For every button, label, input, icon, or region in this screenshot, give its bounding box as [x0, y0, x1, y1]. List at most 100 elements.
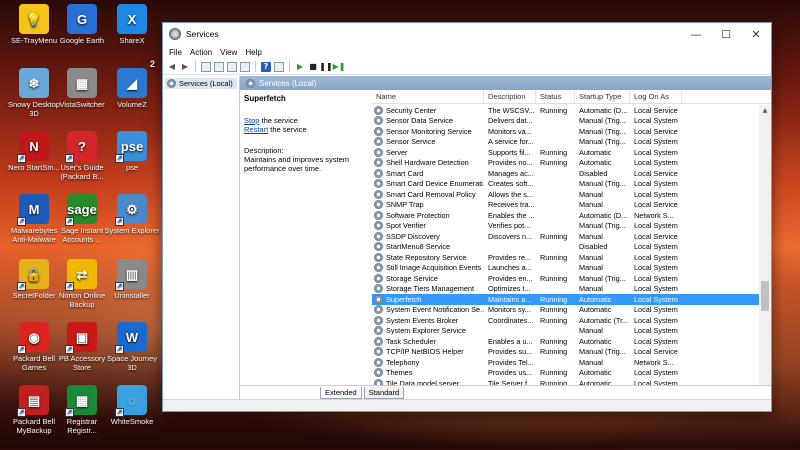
start-service-icon[interactable]: ▶ [295, 62, 305, 72]
service-logon-cell: Local System [634, 242, 678, 252]
restart-service-link[interactable]: Restart [244, 125, 268, 134]
service-row[interactable]: Tile Data model server Tile Server f... Ru… [372, 378, 759, 385]
title-bar[interactable]: Services — ☐ ✕ [163, 23, 771, 45]
menu-file[interactable]: File [167, 48, 188, 57]
close-button[interactable]: ✕ [741, 23, 771, 45]
service-row[interactable]: Spot Verifier Verifies pot... Manual (Trig… [372, 221, 759, 232]
service-row[interactable]: SSDP Discovery Discovers n... Running Manua… [372, 231, 759, 242]
service-logon-cell: Local System [634, 368, 678, 378]
restart-service-icon[interactable]: ▶❚ [333, 62, 346, 72]
desktop-icon[interactable]: pse ↗ pse [104, 131, 160, 172]
service-description-cell: Manages ac... [488, 168, 534, 178]
tab-standard[interactable]: Standard [363, 387, 405, 399]
desktop-icon[interactable]: sage ↗ Sage Instant Accounts ... [54, 194, 110, 244]
service-row[interactable]: Storage Service Provides en... Running Manu… [372, 273, 759, 284]
service-row[interactable]: Sensor Service A service for... Manual (Tr… [372, 137, 759, 148]
service-logon-cell: Local Service [634, 168, 678, 178]
refresh-icon[interactable] [227, 61, 237, 72]
service-row[interactable]: Sensor Monitoring Service Monitors va... M… [372, 126, 759, 137]
service-startup-cell: Manual (Trig... [579, 347, 626, 357]
properties-icon[interactable] [214, 61, 224, 72]
service-description-cell: Optimizes t... [488, 284, 531, 294]
menu-help[interactable]: Help [243, 48, 267, 57]
desktop-icon-label: Sage Instant Accounts ... [60, 226, 104, 244]
service-description-cell: Provides us... [488, 368, 533, 378]
service-description-cell: Provides re... [488, 252, 531, 262]
service-row[interactable]: Still Image Acquisition Events Launches a… [372, 263, 759, 274]
service-name-cell: Spot Verifier [372, 221, 484, 231]
desktop-icon-label: WhiteSmoke [110, 417, 154, 426]
service-gear-icon [374, 284, 383, 294]
minimize-button[interactable]: — [681, 23, 711, 45]
service-description-cell: Supports fil... [488, 147, 531, 157]
service-row[interactable]: Task Scheduler Enables a u... Running Autom… [372, 336, 759, 347]
service-logon-cell: Network S... [634, 210, 674, 220]
vertical-scrollbar[interactable]: ▲ [759, 105, 771, 385]
service-row[interactable]: TCP/IP NetBIOS Helper Provides su... Runni… [372, 347, 759, 358]
back-arrow-icon[interactable]: ◀ [167, 62, 177, 72]
description-text: Maintains and improves system performanc… [244, 155, 350, 173]
service-description-cell: Creates soft... [488, 179, 534, 189]
service-row[interactable]: Superfetch Maintains a... Running Automatic… [372, 294, 759, 305]
desktop-icon[interactable]: ⚙ ↗ System Explorer [104, 194, 160, 235]
menu-view[interactable]: View [218, 48, 243, 57]
desktop-icon[interactable]: ⇄ ↗ Norton Online Backup [54, 259, 110, 309]
service-name: TCP/IP NetBIOS Helper [386, 347, 464, 357]
service-name-cell: Shell Hardware Detection [372, 158, 484, 168]
export-list-icon[interactable] [240, 61, 250, 72]
tree-item-services-local[interactable]: Services (Local) [165, 78, 237, 89]
service-row[interactable]: Smart Card Removal Policy Allows the s...… [372, 189, 759, 200]
service-row[interactable]: System Event Notification Se... Monitors … [372, 305, 759, 316]
service-row[interactable]: System Events Broker Coordinates... Runnin… [372, 315, 759, 326]
services-window[interactable]: Services — ☐ ✕ File Action View Help ◀ ▶… [162, 22, 772, 412]
column-header-status[interactable]: Status [536, 89, 575, 104]
shortcut-arrow-icon: ↗ [17, 154, 26, 163]
desktop-icon[interactable]: ▥ ↗ Uninstaller [104, 259, 160, 300]
forward-arrow-icon[interactable]: ▶ [180, 62, 190, 72]
column-header-log-on-as[interactable]: Log On As [630, 89, 682, 104]
services-content: Superfetch Stop the service Restart the … [240, 89, 771, 385]
maximize-button[interactable]: ☐ [711, 23, 741, 45]
service-row[interactable]: State Repository Service Provides re... Ru… [372, 252, 759, 263]
service-row[interactable]: Smart Card Manages ac... Disabled Local Ser… [372, 168, 759, 179]
service-row[interactable]: System Explorer Service Manual Local Syste… [372, 326, 759, 337]
service-name-cell: Sensor Service [372, 137, 484, 147]
service-row[interactable]: StartMenu8 Service Disabled Local System [372, 242, 759, 253]
desktop-icon[interactable]: G Google Earth [54, 4, 110, 45]
service-row[interactable]: Security Center The WSCSV... Running Automa… [372, 105, 759, 116]
desktop-icon[interactable]: X ShareX [104, 4, 160, 45]
service-row[interactable]: Server Supports fil... Running Automatic Loc… [372, 147, 759, 158]
help-icon[interactable]: ? [261, 61, 271, 72]
stop-service-icon[interactable]: ■ [308, 62, 318, 72]
desktop-icon[interactable]: ▦ ↗ Registrar Registr... [54, 385, 110, 435]
view-icon[interactable] [274, 61, 284, 72]
desktop-icon[interactable]: ◌ ↗ WhiteSmoke [104, 385, 160, 426]
show-hide-tree-icon[interactable] [201, 61, 211, 72]
tab-extended[interactable]: Extended [320, 387, 362, 399]
service-row[interactable]: Smart Card Device Enumerati... Creates so… [372, 179, 759, 190]
desktop-icon[interactable]: ? ↗ User's Guide (Packard B... [54, 131, 110, 181]
desktop-icon[interactable]: ▣ ↗ PB Accessory Store [54, 322, 110, 372]
service-row[interactable]: SNMP Trap Receives tra... Manual Local Serv… [372, 200, 759, 211]
desktop-icon[interactable]: ◢ 2 VolumeZ [104, 60, 160, 109]
menu-action[interactable]: Action [188, 48, 218, 57]
desktop-icon[interactable]: ▦ VistaSwitcher [54, 68, 110, 109]
column-header-startup-type[interactable]: Startup Type [575, 89, 630, 104]
scrollbar-thumb[interactable] [761, 281, 769, 311]
scroll-up-icon[interactable]: ▲ [759, 105, 771, 115]
stop-service-link[interactable]: Stop [244, 116, 259, 125]
window-title: Services [186, 29, 219, 39]
service-row[interactable]: Sensor Data Service Delivers dat... Manual… [372, 116, 759, 127]
service-row[interactable]: Storage Tiers Management Optimizes t... Ma… [372, 284, 759, 295]
column-header-description[interactable]: Description [484, 89, 536, 104]
service-row[interactable]: Themes Provides us... Running Automatic Loca… [372, 368, 759, 379]
service-name-cell: State Repository Service [372, 252, 484, 262]
desktop-icon[interactable]: W ↗ Space Journey 3D [104, 322, 160, 372]
pause-service-icon[interactable]: ❚❚ [319, 62, 332, 72]
service-row[interactable]: Telephony Provides Tel... Manual Network S.… [372, 357, 759, 368]
service-status-cell: Running [540, 347, 568, 357]
service-row[interactable]: Shell Hardware Detection Provides no... Ru… [372, 158, 759, 169]
service-row[interactable]: Software Protection Enables the ... Automa… [372, 210, 759, 221]
column-header-name[interactable]: Name [372, 89, 484, 104]
shortcut-arrow-icon: ↗ [65, 154, 74, 163]
